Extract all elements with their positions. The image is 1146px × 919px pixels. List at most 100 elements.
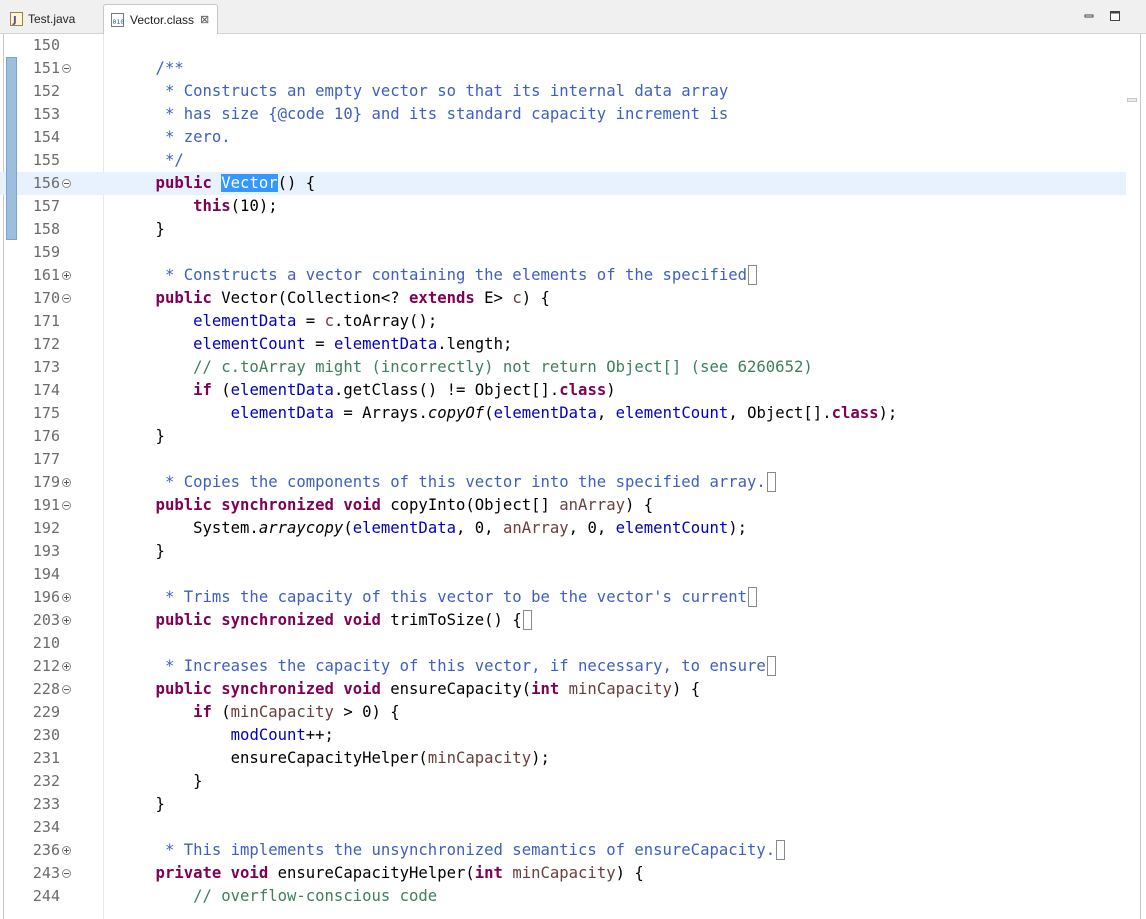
class-file-icon: 010 (111, 12, 125, 27)
javadoc-token: */ (118, 151, 184, 169)
code-line[interactable]: 174 if (elementData.getClass() != Object… (0, 379, 1126, 402)
fold-expand-icon[interactable] (62, 593, 71, 602)
code-line[interactable]: 159 (0, 241, 1126, 264)
folded-region-icon[interactable] (748, 265, 758, 285)
code-token: System. (118, 519, 259, 537)
folded-region-icon[interactable] (766, 656, 776, 676)
code-line[interactable]: 155 */ (0, 149, 1126, 172)
code-line[interactable]: 196 * Trims the capacity of this vector … (0, 586, 1126, 609)
code-line[interactable]: 156 public Vector() { (0, 172, 1126, 195)
code-line[interactable]: 212 * Increases the capacity of this vec… (0, 655, 1126, 678)
code-line[interactable]: 244 // overflow-conscious code (0, 885, 1126, 908)
keyword-token: public synchronized void (118, 611, 391, 629)
keyword-token: if (118, 703, 212, 721)
tab-label: Vector.class (130, 12, 195, 27)
line-number: 170 (32, 289, 60, 307)
field-token: elementCount (615, 404, 729, 422)
code-line[interactable]: 154 * zero. (0, 126, 1126, 149)
code-line[interactable]: 243 private void ensureCapacityHelper(in… (0, 862, 1126, 885)
parameter-token: minCapacity (512, 864, 616, 882)
fold-expand-icon[interactable] (62, 846, 71, 855)
code-line[interactable]: 152 * Constructs an empty vector so that… (0, 80, 1126, 103)
fold-expand-icon[interactable] (62, 271, 71, 280)
code-line[interactable]: 179 * Copies the components of this vect… (0, 471, 1126, 494)
code-line[interactable]: 157 this(10); (0, 195, 1126, 218)
minimize-icon[interactable] (1082, 9, 1096, 23)
code-line[interactable]: 228 public synchronized void ensureCapac… (0, 678, 1126, 701)
keyword-token: int (531, 680, 569, 698)
code-line[interactable]: 210 (0, 632, 1126, 655)
code-line[interactable]: 236 * This implements the unsynchronized… (0, 839, 1126, 862)
keyword-token: extends (409, 289, 475, 307)
fold-collapse-icon[interactable] (62, 501, 71, 510)
tab-test-java[interactable]: J Test.java (2, 4, 103, 33)
folded-region-icon[interactable] (766, 472, 776, 492)
line-number: 234 (32, 818, 60, 836)
code-text: public synchronized void ensureCapacity(… (118, 678, 701, 701)
fold-expand-icon[interactable] (62, 662, 71, 671)
keyword-token: public synchronized void (118, 496, 391, 514)
code-line[interactable]: 193 } (0, 540, 1126, 563)
code-line[interactable]: 234 (0, 816, 1126, 839)
code-token: ( (211, 703, 231, 721)
maximize-icon[interactable] (1108, 9, 1122, 23)
folded-region-icon[interactable] (522, 610, 532, 630)
code-line[interactable]: 230 modCount++; (0, 724, 1126, 747)
code-line[interactable]: 192 System.arraycopy(elementData, 0, anA… (0, 517, 1126, 540)
close-tab-icon[interactable]: ⊠ (200, 13, 209, 26)
code-line[interactable]: 232 } (0, 770, 1126, 793)
parameter-token: anArray (502, 519, 569, 537)
code-line[interactable]: 229 if (minCapacity > 0) { (0, 701, 1126, 724)
code-token: > 0) { (333, 703, 400, 721)
code-text: this(10); (118, 195, 278, 218)
field-token: elementData (352, 519, 456, 537)
code-line[interactable]: 150 (0, 34, 1126, 57)
static-method-token: arraycopy (258, 519, 344, 537)
code-text: } (118, 540, 165, 563)
javadoc-token: * zero. (118, 128, 231, 146)
code-line[interactable]: 158 } (0, 218, 1126, 241)
fold-collapse-icon[interactable] (62, 294, 71, 303)
fold-collapse-icon[interactable] (62, 869, 71, 878)
eclipse-editor-window: J Test.java 010 Vector.class ⊠ 150 151 /*… (0, 0, 1146, 919)
code-line[interactable]: 231 ensureCapacityHelper(minCapacity); (0, 747, 1126, 770)
fold-expand-icon[interactable] (62, 478, 71, 487)
folded-region-icon[interactable] (776, 840, 786, 860)
code-line[interactable]: 175 elementData = Arrays.copyOf(elementD… (0, 402, 1126, 425)
javadoc-token: * Increases the capacity of this vector,… (118, 657, 766, 675)
code-token: ); (531, 749, 550, 767)
javadoc-token: /** (118, 59, 184, 77)
code-text: ensureCapacityHelper(minCapacity); (118, 747, 550, 770)
fold-expand-icon[interactable] (62, 616, 71, 625)
code-token: copyInto(Object[] (390, 496, 560, 514)
line-number: 230 (32, 726, 60, 744)
fold-collapse-icon[interactable] (62, 64, 71, 73)
code-line[interactable]: 161 * Constructs a vector containing the… (0, 264, 1126, 287)
code-line[interactable]: 233 } (0, 793, 1126, 816)
code-text: // overflow-conscious code (118, 885, 437, 908)
code-line[interactable]: 173 // c.toArray might (incorrectly) not… (0, 356, 1126, 379)
code-text: * has size {@code 10} and its standard c… (118, 103, 728, 126)
code-token: () { (277, 174, 316, 192)
code-line[interactable]: 176 } (0, 425, 1126, 448)
code-token: ( (211, 381, 231, 399)
code-line[interactable]: 194 (0, 563, 1126, 586)
code-line[interactable]: 203 public synchronized void trimToSize(… (0, 609, 1126, 632)
code-token: ensureCapacity( (390, 680, 532, 698)
folded-region-icon[interactable] (748, 587, 758, 607)
code-line[interactable]: 153 * has size {@code 10} and its standa… (0, 103, 1126, 126)
tab-vector-class[interactable]: 010 Vector.class ⊠ (103, 4, 218, 34)
code-line[interactable]: 151 /** (0, 57, 1126, 80)
line-number: 176 (32, 427, 60, 445)
code-line[interactable]: 171 elementData = c.toArray(); (0, 310, 1126, 333)
javadoc-token: * Constructs an empty vector so that its… (118, 82, 729, 100)
code-line[interactable]: 177 (0, 448, 1126, 471)
fold-collapse-icon[interactable] (62, 179, 71, 188)
code-line[interactable]: 191 public synchronized void copyInto(Ob… (0, 494, 1126, 517)
code-line[interactable]: 172 elementCount = elementData.length; (0, 333, 1126, 356)
fold-collapse-icon[interactable] (62, 685, 71, 694)
overview-ruler-marker[interactable] (1127, 98, 1137, 102)
code-line[interactable]: 170 public Vector(Collection<? extends E… (0, 287, 1126, 310)
